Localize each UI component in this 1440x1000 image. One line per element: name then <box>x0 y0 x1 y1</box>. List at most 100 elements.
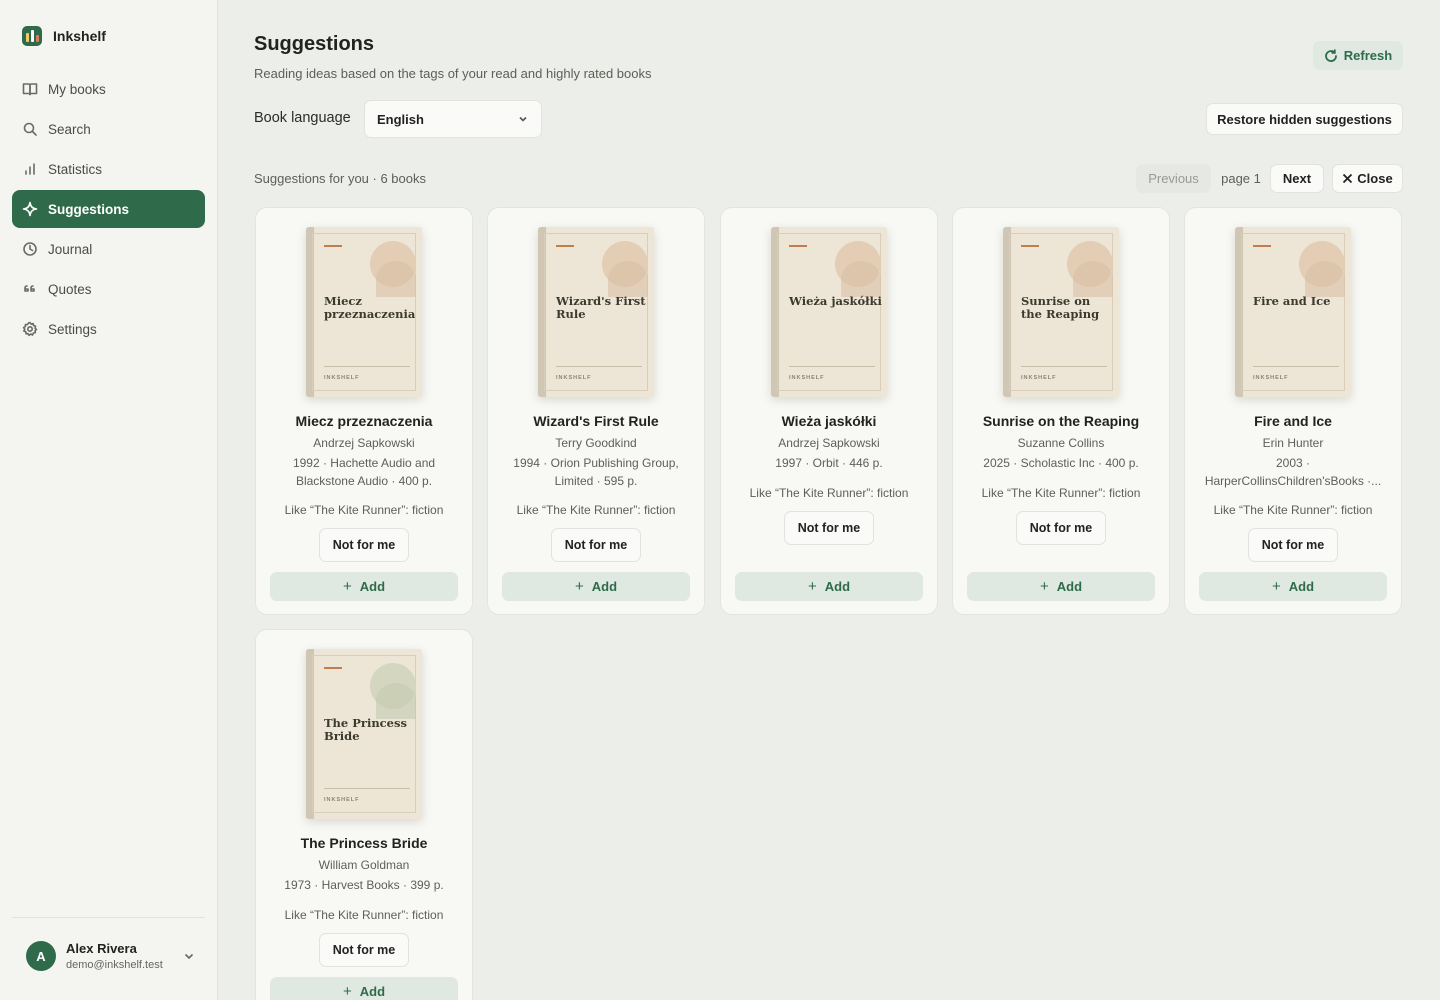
sidebar: Inkshelf My books Search Statistics Sugg… <box>0 0 218 1000</box>
sidebar-item-label: Statistics <box>48 161 103 177</box>
sidebar-item-journal[interactable]: Journal <box>12 230 205 268</box>
not-for-me-button[interactable]: Not for me <box>551 528 641 562</box>
chevron-down-icon[interactable] <box>182 949 196 963</box>
book-meta: 1997 · Orbit · 446 p. <box>775 456 883 470</box>
book-cover[interactable]: Miecz przeznaczenia INKSHELF <box>306 227 422 397</box>
plus-icon: + <box>342 578 352 595</box>
book-title: Miecz przeznaczenia <box>295 413 433 429</box>
cover-title: Fire and Ice <box>1253 294 1331 308</box>
language-select[interactable]: English <box>364 100 542 138</box>
add-book-button[interactable]: + Add <box>270 572 458 601</box>
book-meta: 2025 · Scholastic Inc · 400 p. <box>983 456 1139 470</box>
sidebar-item-statistics[interactable]: Statistics <box>12 150 205 188</box>
book-meta-line: 2003 · <box>1275 456 1311 470</box>
add-book-button[interactable]: + Add <box>1199 572 1387 601</box>
sidebar-item-label: Suggestions <box>48 201 130 217</box>
not-for-me-button[interactable]: Not for me <box>1248 528 1338 562</box>
book-open-icon <box>22 83 38 96</box>
sidebar-item-my-books[interactable]: My books <box>12 70 205 108</box>
not-for-me-button[interactable]: Not for me <box>784 511 874 545</box>
book-meta: 1973 · Harvest Books · 399 p. <box>284 878 444 892</box>
user-name: Alex Rivera <box>66 941 137 956</box>
add-label: Add <box>1056 579 1083 594</box>
cover-brand: INKSHELF <box>324 797 360 803</box>
add-book-button[interactable]: + Add <box>502 572 690 601</box>
inkshelf-logo-icon <box>22 26 42 46</box>
cover-title: Wieża jaskółki <box>789 294 882 308</box>
book-cover[interactable]: Wieża jaskółki INKSHELF <box>771 227 887 397</box>
user-email: demo@inkshelf.test <box>66 959 163 971</box>
not-for-me-button[interactable]: Not for me <box>1016 511 1106 545</box>
page-subtitle: Reading ideas based on the tags of your … <box>254 66 652 81</box>
add-label: Add <box>824 579 851 594</box>
refresh-button[interactable]: Refresh <box>1313 41 1403 70</box>
add-book-button[interactable]: + Add <box>967 572 1155 601</box>
book-meta-line: HarperCollinsChildren'sBooks ·... <box>1204 474 1382 488</box>
suggestion-reason: Like “The Kite Runner”: fiction <box>749 486 909 500</box>
book-author: Terry Goodkind <box>555 436 637 450</box>
not-for-me-button[interactable]: Not for me <box>319 933 409 967</box>
gear-icon <box>22 321 38 337</box>
clock-icon <box>23 242 37 256</box>
previous-page-button[interactable]: Previous <box>1136 164 1211 193</box>
close-label: Close <box>1357 171 1393 186</box>
book-cover[interactable]: Fire and Ice INKSHELF <box>1235 227 1351 397</box>
search-icon <box>23 122 37 136</box>
book-title: Wieża jaskółki <box>781 413 877 429</box>
sidebar-divider <box>12 917 205 918</box>
sidebar-item-suggestions[interactable]: Suggestions <box>12 190 205 228</box>
add-label: Add <box>359 984 386 999</box>
sidebar-nav: My books Search Statistics Suggestions J… <box>12 70 205 350</box>
book-cover[interactable]: The Princess Bride INKSHELF <box>306 649 422 819</box>
suggestion-reason: Like “The Kite Runner”: fiction <box>981 486 1141 500</box>
book-card[interactable]: Sunrise on the Reaping INKSHELF Sunrise … <box>952 207 1170 615</box>
language-value: English <box>377 111 424 127</box>
plus-icon: + <box>1039 578 1049 595</box>
user-menu[interactable]: A Alex Rivera demo@inkshelf.test <box>26 941 196 971</box>
not-for-me-button[interactable]: Not for me <box>319 528 409 562</box>
book-meta: 2003 · HarperCollinsChildren'sBooks ·... <box>1197 454 1389 490</box>
book-card[interactable]: Miecz przeznaczenia INKSHELF Miecz przez… <box>255 207 473 615</box>
book-card[interactable]: Fire and Ice INKSHELF Fire and Ice Erin … <box>1184 207 1402 615</box>
app-name: Inkshelf <box>53 28 106 44</box>
sidebar-item-label: My books <box>48 81 106 97</box>
brand[interactable]: Inkshelf <box>22 26 106 46</box>
sidebar-item-settings[interactable]: Settings <box>12 310 205 348</box>
cover-brand: INKSHELF <box>556 375 592 381</box>
quote-icon <box>24 285 35 292</box>
book-title: The Princess Bride <box>300 835 428 851</box>
cover-title: Miecz przeznaczenia <box>324 294 416 321</box>
add-book-button[interactable]: + Add <box>270 977 458 1000</box>
plus-icon: + <box>574 578 584 595</box>
sidebar-item-quotes[interactable]: Quotes <box>12 270 205 308</box>
book-author: Erin Hunter <box>1262 436 1324 450</box>
main-content: Suggestions Reading ideas based on the t… <box>218 0 1440 1000</box>
book-author: William Goldman <box>318 858 410 872</box>
book-card[interactable]: The Princess Bride INKSHELF The Princess… <box>255 629 473 1000</box>
cover-title: Sunrise on the Reaping <box>1021 294 1100 321</box>
plus-icon: + <box>807 578 817 595</box>
book-author: Suzanne Collins <box>1017 436 1105 450</box>
cover-title: The Princess Bride <box>324 716 407 743</box>
book-cover[interactable]: Sunrise on the Reaping INKSHELF <box>1003 227 1119 397</box>
book-card[interactable]: Wizard's First Rule INKSHELF Wizard's Fi… <box>487 207 705 615</box>
sidebar-item-search[interactable]: Search <box>12 110 205 148</box>
suggestion-reason: Like “The Kite Runner”: fiction <box>1213 503 1373 517</box>
user-info: Alex Rivera demo@inkshelf.test <box>66 941 172 971</box>
add-label: Add <box>359 579 386 594</box>
sidebar-item-label: Journal <box>48 241 93 257</box>
suggestion-reason: Like “The Kite Runner”: fiction <box>284 908 444 922</box>
suggestion-reason: Like “The Kite Runner”: fiction <box>284 503 444 517</box>
add-book-button[interactable]: + Add <box>735 572 923 601</box>
language-label: Book language <box>254 110 351 126</box>
book-cover[interactable]: Wizard's First Rule INKSHELF <box>538 227 654 397</box>
restore-hidden-button[interactable]: Restore hidden suggestions <box>1206 103 1403 135</box>
cover-brand: INKSHELF <box>789 375 825 381</box>
book-card[interactable]: Wieża jaskółki INKSHELF Wieża jaskółki A… <box>720 207 938 615</box>
book-author: Andrzej Sapkowski <box>313 436 415 450</box>
refresh-icon <box>1324 48 1337 62</box>
cover-brand: INKSHELF <box>1253 375 1289 381</box>
next-page-button[interactable]: Next <box>1270 164 1324 193</box>
book-author: Andrzej Sapkowski <box>778 436 880 450</box>
close-button[interactable]: Close <box>1332 164 1403 193</box>
